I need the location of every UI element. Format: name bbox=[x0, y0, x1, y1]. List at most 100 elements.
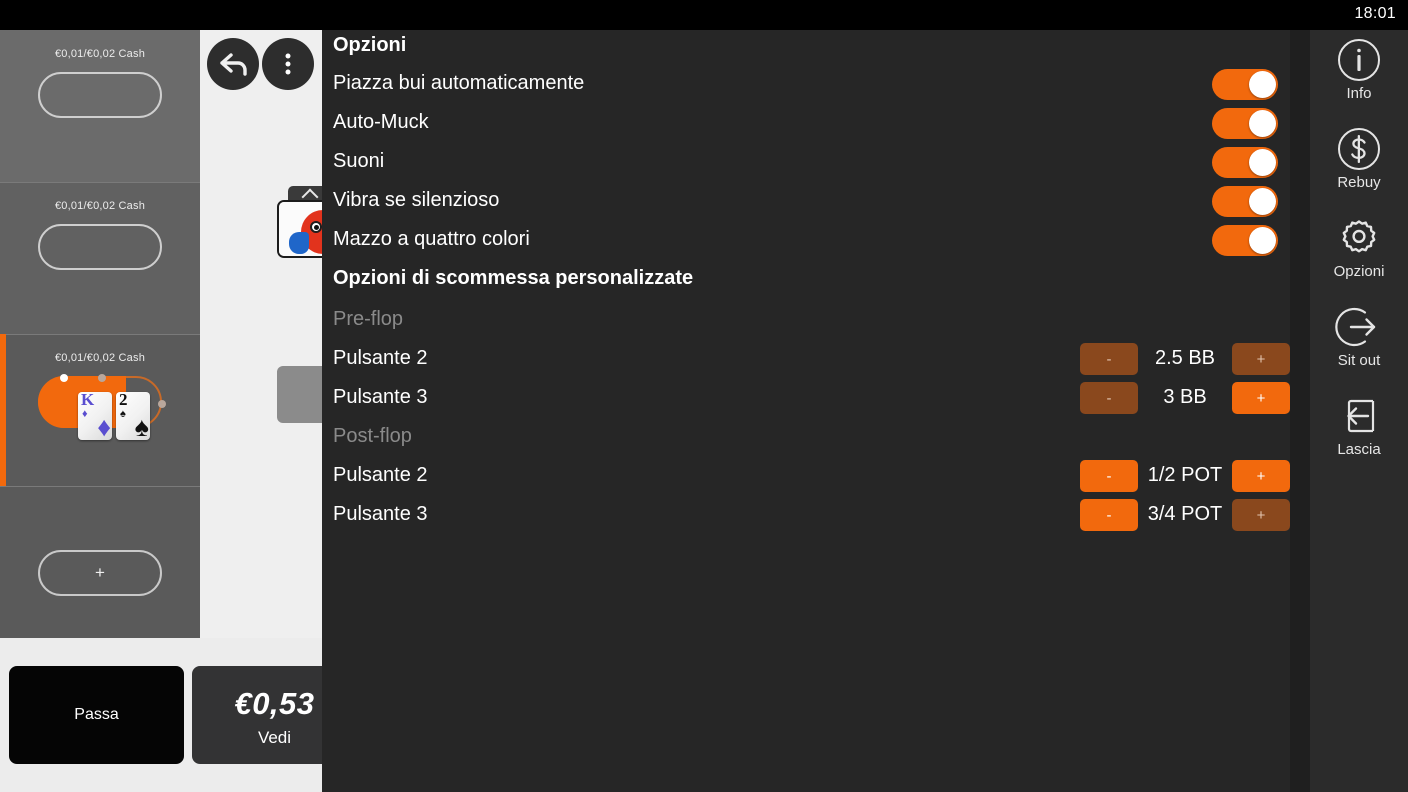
bet-decrement-button[interactable]: - bbox=[1080, 382, 1138, 414]
table-list: €0,01/€0,02 Cash €0,01/€0,02 Cash €0,01/… bbox=[0, 30, 200, 686]
card-suit-large: ♠ bbox=[134, 412, 149, 441]
option-row-sounds[interactable]: Suoni bbox=[322, 143, 1290, 182]
option-label: Auto-Muck bbox=[333, 111, 429, 133]
toggle-four-color-deck[interactable] bbox=[1212, 225, 1278, 256]
list-divider bbox=[0, 182, 200, 183]
bet-decrement-button[interactable]: - bbox=[1080, 460, 1138, 492]
mini-table-preview: K ♦ ♦ 2 ♠ ♠ bbox=[30, 374, 170, 440]
option-label: Suoni bbox=[333, 150, 385, 172]
toggle-vibrate[interactable] bbox=[1212, 186, 1278, 217]
custom-bets-title: Opzioni di scommessa personalizzate bbox=[333, 267, 694, 289]
bet-increment-button[interactable]: + bbox=[1232, 499, 1290, 531]
game-surface bbox=[200, 30, 322, 638]
bet-stepper: - 3/4 POT + bbox=[1080, 496, 1290, 535]
toggle-knob bbox=[1249, 188, 1276, 215]
option-row-four-color-deck[interactable]: Mazzo a quattro colori bbox=[322, 221, 1290, 260]
gear-icon bbox=[1342, 220, 1376, 253]
bet-row[interactable]: Pulsante 2 - 1/2 POT + bbox=[322, 457, 1290, 496]
fold-button[interactable]: Passa bbox=[9, 666, 184, 764]
status-bar: 18:01 bbox=[0, 0, 1408, 30]
add-table-button[interactable]: + bbox=[38, 550, 162, 596]
group-heading-label: Post-flop bbox=[333, 425, 412, 447]
table-stake-label: €0,01/€0,02 Cash bbox=[54, 48, 146, 60]
seat-dot bbox=[98, 374, 106, 382]
option-label: Piazza bui automaticamente bbox=[333, 72, 585, 94]
bet-decrement-button[interactable]: - bbox=[1080, 343, 1138, 375]
list-divider bbox=[0, 486, 200, 487]
bet-stepper: - 1/2 POT + bbox=[1080, 457, 1290, 496]
group-heading-postflop: Post-flop bbox=[322, 418, 1290, 457]
bet-increment-button[interactable]: + bbox=[1232, 343, 1290, 375]
action-bar: Passa €0,53 Vedi bbox=[0, 638, 357, 792]
group-heading-label: Pre-flop bbox=[333, 308, 404, 330]
group-heading-preflop: Pre-flop bbox=[322, 301, 1290, 340]
toggle-auto-blinds[interactable] bbox=[1212, 69, 1278, 100]
sidebar-item-opzioni[interactable]: Opzioni bbox=[1310, 208, 1408, 297]
card-rank: K bbox=[81, 392, 95, 409]
option-row-auto-blinds[interactable]: Piazza bui automaticamente bbox=[322, 65, 1290, 104]
option-row-vibrate[interactable]: Vibra se silenzioso bbox=[322, 182, 1290, 221]
sit-out-icon bbox=[1335, 307, 1376, 347]
table-stake-label: €0,01/€0,02 Cash bbox=[54, 200, 146, 212]
toggle-knob bbox=[1249, 71, 1276, 98]
bet-row-label: Pulsante 3 bbox=[333, 386, 428, 408]
option-label: Vibra se silenzioso bbox=[333, 189, 500, 211]
option-row-auto-muck[interactable]: Auto-Muck bbox=[322, 104, 1290, 143]
seat-dot bbox=[60, 374, 68, 382]
sidebar-item-label: Opzioni bbox=[1333, 263, 1385, 280]
bet-row[interactable]: Pulsante 3 - 3/4 POT + bbox=[322, 496, 1290, 535]
bet-row-label: Pulsante 2 bbox=[333, 347, 428, 369]
back-arrow-icon bbox=[220, 53, 247, 76]
bet-increment-button[interactable]: + bbox=[1232, 382, 1290, 414]
sidebar-item-label: Sit out bbox=[1337, 352, 1381, 369]
card-suit-small: ♠ bbox=[120, 408, 126, 420]
overflow-menu-button[interactable] bbox=[262, 38, 314, 90]
toggle-knob bbox=[1249, 227, 1276, 254]
toggle-knob bbox=[1249, 149, 1276, 176]
back-button[interactable] bbox=[207, 38, 259, 90]
sidebar-item-sit-out[interactable]: Sit out bbox=[1310, 297, 1408, 386]
seat-dot bbox=[158, 400, 166, 408]
toggle-sounds[interactable] bbox=[1212, 147, 1278, 178]
bet-stepper: - 2.5 BB + bbox=[1080, 340, 1290, 379]
app-screen: 18:01 €0,01/€0,02 Cash €0,01/€0,02 Cash … bbox=[0, 0, 1408, 792]
info-icon bbox=[1338, 39, 1380, 81]
sidebar-strip bbox=[1290, 30, 1310, 792]
bet-stepper: - 3 BB + bbox=[1080, 379, 1290, 418]
table-oval-icon bbox=[38, 72, 162, 118]
sidebar-item-info[interactable]: Info bbox=[1310, 30, 1408, 119]
option-label: Mazzo a quattro colori bbox=[333, 228, 530, 250]
custom-bets-header: Opzioni di scommessa personalizzate bbox=[322, 260, 1290, 301]
bet-decrement-button[interactable]: - bbox=[1080, 499, 1138, 531]
bet-row-label: Pulsante 2 bbox=[333, 464, 428, 486]
hole-card: 2 ♠ ♠ bbox=[116, 392, 150, 440]
sidebar-item-lascia[interactable]: Lascia bbox=[1310, 386, 1408, 475]
status-clock: 18:01 bbox=[1354, 5, 1396, 22]
sidebar-item-label: Info bbox=[1346, 85, 1372, 102]
sidebar-item-rebuy[interactable]: Rebuy bbox=[1310, 119, 1408, 208]
leave-icon bbox=[1347, 399, 1375, 433]
toggle-auto-muck[interactable] bbox=[1212, 108, 1278, 139]
sidebar-item-label: Lascia bbox=[1337, 441, 1381, 458]
table-oval-icon bbox=[38, 224, 162, 270]
bet-row[interactable]: Pulsante 2 - 2.5 BB + bbox=[322, 340, 1290, 379]
table-list-item[interactable]: €0,01/€0,02 Cash bbox=[0, 30, 200, 182]
avatar-wing bbox=[289, 232, 309, 254]
table-list-item-active[interactable]: €0,01/€0,02 Cash K ♦ ♦ 2 ♠ ♠ bbox=[0, 334, 200, 486]
avatar-pupil bbox=[314, 225, 319, 230]
card-rank: 2 bbox=[119, 392, 128, 409]
overflow-menu-icon bbox=[285, 51, 291, 78]
bet-value: 2.5 BB bbox=[1154, 347, 1216, 369]
bet-row[interactable]: Pulsante 3 - 3 BB + bbox=[322, 379, 1290, 418]
toggle-knob bbox=[1249, 110, 1276, 137]
table-list-item[interactable]: €0,01/€0,02 Cash bbox=[0, 182, 200, 334]
dollar-icon bbox=[1338, 128, 1380, 170]
card-suit-small: ♦ bbox=[82, 408, 88, 420]
sidebar: Info Rebuy Opzioni Sit out Lascia bbox=[1310, 30, 1408, 792]
bet-increment-button[interactable]: + bbox=[1232, 460, 1290, 492]
list-divider bbox=[0, 334, 200, 335]
card-suit-large: ♦ bbox=[97, 412, 111, 441]
dialog-title-row: Opzioni bbox=[322, 30, 1290, 65]
sidebar-item-label: Rebuy bbox=[1337, 174, 1381, 191]
dialog-title: Opzioni bbox=[333, 34, 407, 56]
